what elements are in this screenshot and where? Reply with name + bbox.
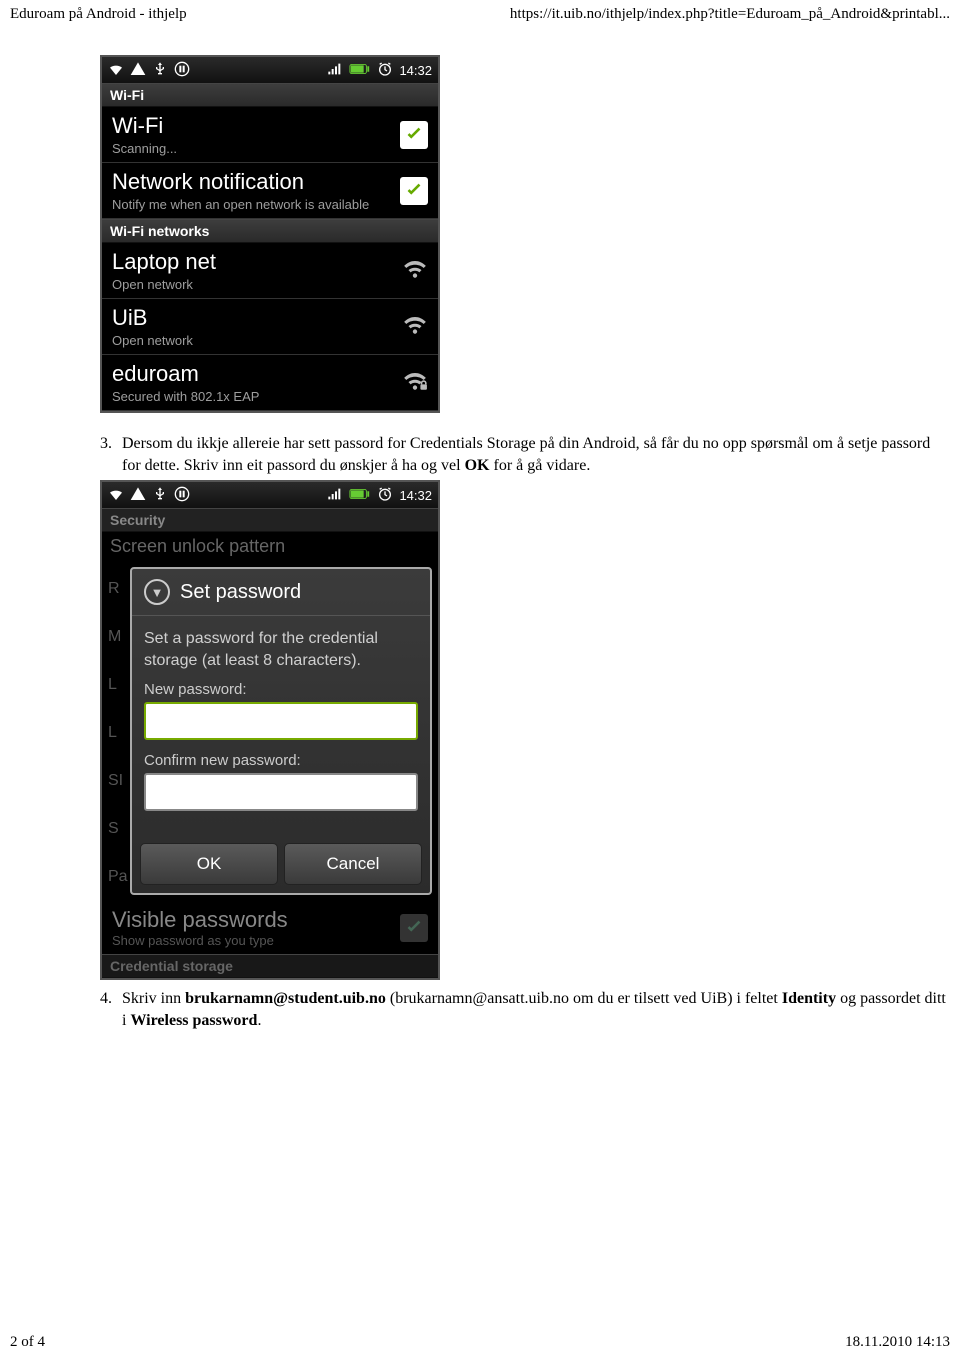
network-notification-row[interactable]: Network notification Notify me when an o…: [102, 163, 438, 219]
wifi-secure-icon: [402, 367, 428, 398]
print-timestamp: 18.11.2010 14:13: [845, 1334, 950, 1351]
step-4-text-a: Skriv inn: [122, 990, 185, 1007]
section-networks: Wi-Fi networks: [102, 219, 438, 243]
step-4-bold-identity: Identity: [782, 990, 836, 1007]
network-laptopnet[interactable]: Laptop net Open network: [102, 243, 438, 299]
wifi-title: Wi-Fi: [112, 113, 177, 139]
ok-button[interactable]: OK: [140, 843, 278, 885]
print-header: Eduroam på Android - ithjelp https://it.…: [0, 0, 960, 25]
dropdown-icon: ▼: [144, 579, 170, 605]
status-time: 14:32: [399, 488, 432, 503]
status-bar: 14:32: [102, 482, 438, 508]
section-security: Security: [102, 508, 438, 532]
signal-icon: [327, 61, 343, 80]
vp-title: Visible passwords: [112, 907, 288, 933]
visible-passwords-row: Visible passwords Show password as you t…: [102, 901, 438, 954]
notification-icon: [130, 61, 146, 80]
usb-icon: [152, 486, 168, 505]
step-3-number: 3.: [100, 433, 122, 476]
wifi-checkbox-on[interactable]: [400, 121, 428, 149]
new-password-input[interactable]: [144, 702, 418, 740]
step-4-bold-user: brukarnamn@student.uib.no: [185, 990, 386, 1007]
wifi-signal-icon: [402, 311, 428, 342]
step-4-text-d: .: [257, 1012, 261, 1029]
confirm-password-label: Confirm new password:: [144, 752, 418, 769]
alarm-icon: [377, 61, 393, 80]
step-3: 3. Dersom du ikkje allereie har sett pas…: [100, 425, 950, 480]
notification-icon: [130, 486, 146, 505]
status-time: 14:32: [399, 63, 432, 78]
bg-letter: L: [108, 724, 124, 742]
checkmark-icon: [403, 124, 425, 146]
step-3-bold-ok: OK: [465, 457, 490, 474]
new-password-label: New password:: [144, 681, 418, 698]
confirm-password-input[interactable]: [144, 773, 418, 811]
wifi-toggle-row[interactable]: Wi-Fi Scanning...: [102, 107, 438, 163]
section-wifi: Wi-Fi: [102, 83, 438, 107]
step-4-text-b: (brukarnamn@ansatt.uib.no om du er tilse…: [386, 990, 782, 1007]
checkmark-icon: [403, 917, 425, 939]
vp-sub: Show password as you type: [112, 933, 288, 948]
screen-unlock-pattern-row: Screen unlock pattern: [102, 532, 438, 561]
wifi-status-icon: [108, 486, 124, 505]
bg-letter: M: [108, 628, 124, 646]
pause-icon: [174, 486, 190, 505]
step-4-bold-wp: Wireless password: [130, 1012, 257, 1029]
print-footer: 2 of 4 18.11.2010 14:13: [0, 1314, 960, 1357]
step-3-text-b: for å gå vidare.: [489, 457, 590, 474]
network-uib[interactable]: UiB Open network: [102, 299, 438, 355]
wifi-signal-icon: [402, 255, 428, 286]
step-4-number: 4.: [100, 988, 122, 1031]
header-title: Eduroam på Android - ithjelp: [10, 6, 187, 23]
dialog-info: Set a password for the credential storag…: [144, 628, 418, 671]
battery-icon: [349, 488, 371, 503]
net3-title: eduroam: [112, 361, 259, 387]
status-bar: 14:32: [102, 57, 438, 83]
signal-icon: [327, 486, 343, 505]
alarm-icon: [377, 486, 393, 505]
section-credential-storage: Credential storage: [102, 954, 438, 978]
set-password-dialog: ▼ Set password Set a password for the cr…: [130, 567, 432, 895]
page-content: 14:32 Wi-Fi Wi-Fi Scanning... Network no…: [0, 25, 960, 1086]
wifi-sub: Scanning...: [112, 141, 177, 156]
bg-letter: L: [108, 676, 124, 694]
step-3-body: Dersom du ikkje allereie har sett passor…: [122, 433, 950, 476]
network-eduroam[interactable]: eduroam Secured with 802.1x EAP: [102, 355, 438, 411]
vp-checkbox: [400, 914, 428, 942]
android-screenshot-wifi: 14:32 Wi-Fi Wi-Fi Scanning... Network no…: [100, 55, 440, 413]
nn-sub: Notify me when an open network is availa…: [112, 197, 369, 212]
bg-letter: Pa: [108, 868, 124, 886]
net1-title: Laptop net: [112, 249, 216, 275]
step-4-body: Skriv inn brukarnamn@student.uib.no (bru…: [122, 988, 950, 1031]
bg-letter: SI: [108, 772, 124, 790]
net2-sub: Open network: [112, 333, 193, 348]
cancel-button[interactable]: Cancel: [284, 843, 422, 885]
step-4: 4. Skriv inn brukarnamn@student.uib.no (…: [100, 980, 950, 1035]
bg-letter: S: [108, 820, 124, 838]
net1-sub: Open network: [112, 277, 216, 292]
dialog-title-bar: ▼ Set password: [132, 569, 430, 616]
battery-icon: [349, 63, 371, 78]
page-number: 2 of 4: [10, 1334, 45, 1351]
net2-title: UiB: [112, 305, 193, 331]
header-url: https://it.uib.no/ithjelp/index.php?titl…: [510, 6, 950, 23]
usb-icon: [152, 61, 168, 80]
net3-sub: Secured with 802.1x EAP: [112, 389, 259, 404]
pause-icon: [174, 61, 190, 80]
nn-title: Network notification: [112, 169, 369, 195]
dialog-title: Set password: [180, 581, 301, 604]
android-screenshot-setpassword: 14:32 Security Screen unlock pattern C C…: [100, 480, 440, 980]
wifi-status-icon: [108, 61, 124, 80]
nn-checkbox-on[interactable]: [400, 177, 428, 205]
checkmark-icon: [403, 180, 425, 202]
